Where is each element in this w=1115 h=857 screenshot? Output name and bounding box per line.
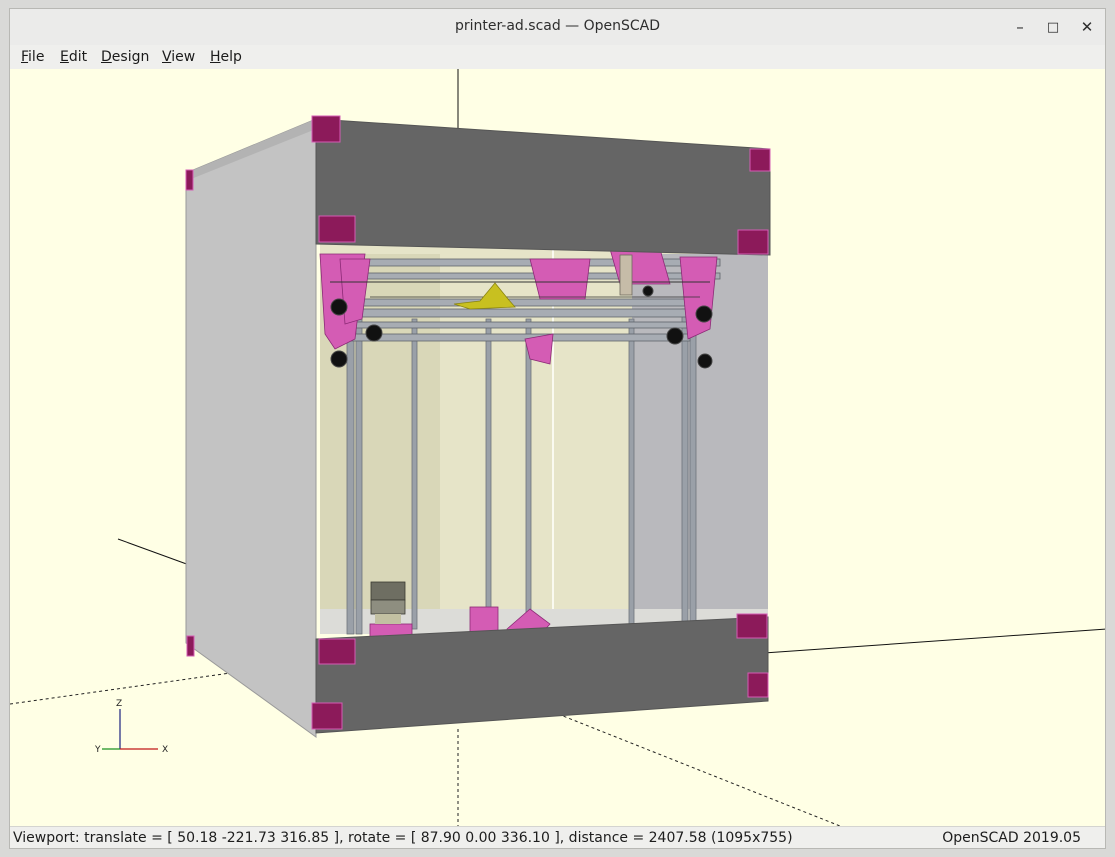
close-button[interactable]: ✕	[1075, 15, 1099, 39]
menu-design[interactable]: Design	[101, 49, 149, 65]
menu-view-label: iew	[171, 49, 196, 65]
version-label: OpenSCAD 2019.05	[942, 830, 1081, 846]
menu-edit-label: dit	[68, 49, 88, 65]
menu-file-mnemonic: F	[21, 49, 29, 65]
menu-view[interactable]: View	[162, 49, 195, 65]
window-title: printer-ad.scad — OpenSCAD	[454, 18, 661, 34]
left-side-panel	[185, 118, 317, 738]
top-panel	[315, 118, 771, 256]
menu-file-label: ile	[28, 49, 45, 65]
menu-bar: File Edit Design View Help	[10, 45, 1105, 69]
menu-help-mnemonic: H	[210, 49, 221, 65]
gizmo-y-label: Y	[94, 745, 101, 755]
axes-gizmo: Z X Y	[94, 699, 168, 755]
stepper-motor	[370, 581, 406, 624]
maximize-button[interactable]: □	[1041, 15, 1065, 39]
3d-viewport[interactable]: Z X Y	[10, 69, 1105, 826]
menu-help-label: elp	[220, 49, 242, 65]
openscad-window: printer-ad.scad — OpenSCAD – □ ✕ File Ed…	[9, 8, 1106, 849]
menu-file[interactable]: File	[21, 49, 44, 65]
menu-design-mnemonic: D	[101, 49, 112, 65]
menu-view-mnemonic: V	[162, 49, 172, 65]
minimize-button[interactable]: –	[1008, 15, 1032, 39]
menu-edit-mnemonic: E	[60, 49, 69, 65]
gizmo-z-label: Z	[116, 699, 122, 709]
menu-edit[interactable]: Edit	[60, 49, 87, 65]
viewport-info: Viewport: translate = [ 50.18 -221.73 31…	[13, 830, 793, 846]
menu-help[interactable]: Help	[210, 49, 242, 65]
title-bar[interactable]: printer-ad.scad — OpenSCAD – □ ✕	[10, 9, 1105, 46]
gizmo-x-label: X	[162, 745, 168, 755]
status-bar: Viewport: translate = [ 50.18 -221.73 31…	[10, 826, 1105, 848]
model-render: Z X Y	[10, 69, 1105, 826]
menu-design-label: esign	[111, 49, 150, 65]
